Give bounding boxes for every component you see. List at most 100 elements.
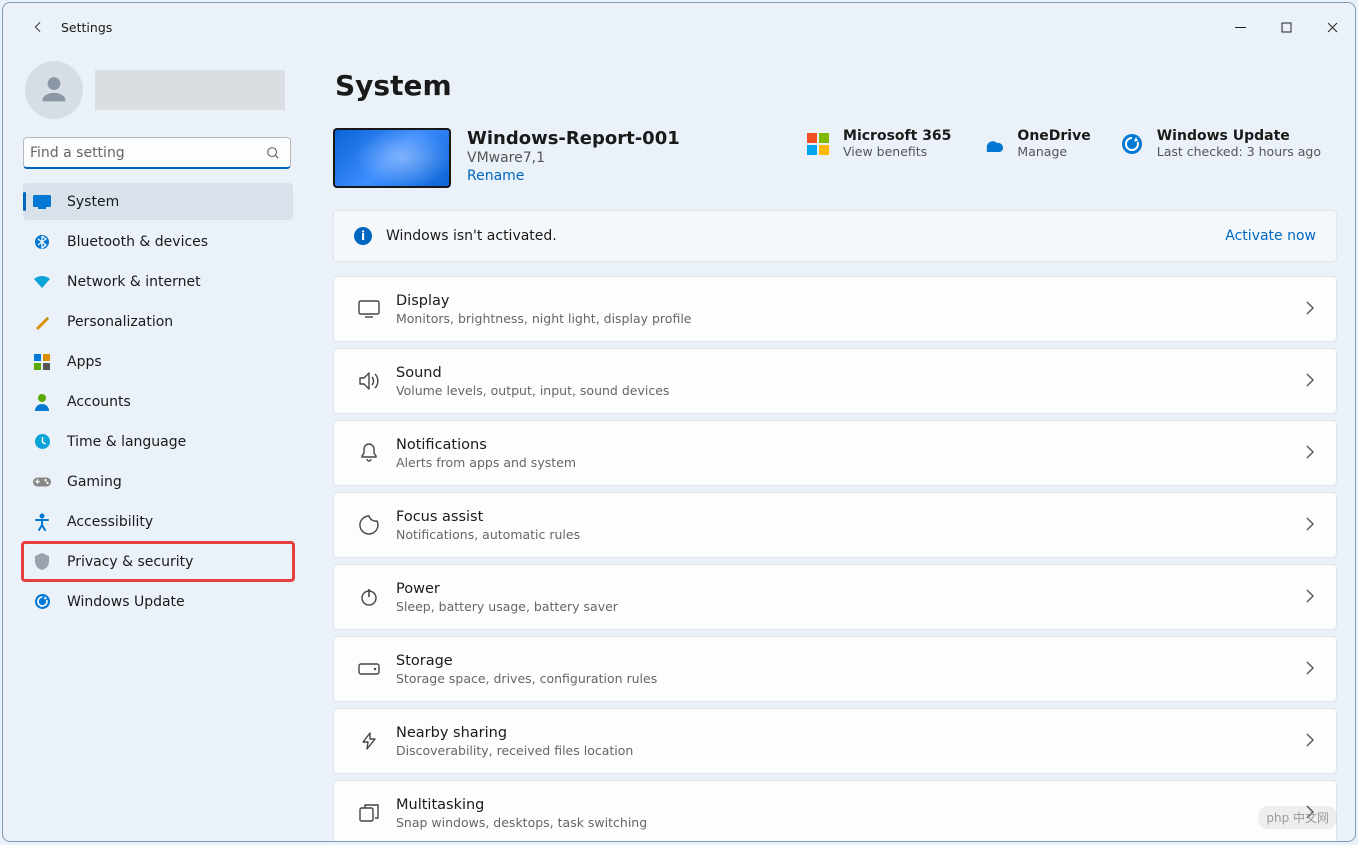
banner-text: Windows isn't activated. [386,228,1225,244]
card-title: Display [396,293,1306,309]
apps-icon [33,353,51,371]
notifications-icon [352,443,386,463]
nav-item-label: Accounts [67,394,131,410]
setting-card-sound[interactable]: Sound Volume levels, output, input, sound… [333,348,1337,414]
device-name: Windows-Report-001 [467,128,789,149]
nav-item-accessibility[interactable]: Accessibility [23,503,293,540]
chevron-right-icon [1306,732,1314,751]
card-subtitle: Snap windows, desktops, task switching [396,815,1306,830]
privacy-icon [33,553,51,571]
hero-link-microsoft365[interactable]: Microsoft 365 View benefits [805,128,951,159]
chevron-right-icon [1306,444,1314,463]
hero-link-title: Windows Update [1157,128,1321,144]
update-icon [1119,131,1145,157]
search-box[interactable] [23,137,291,169]
device-hero: Windows-Report-001 VMware7,1 Rename Micr… [333,128,1337,188]
personalize-icon [33,313,51,331]
chevron-right-icon [1306,372,1314,391]
activation-banner: i Windows isn't activated. Activate now [333,210,1337,262]
nav-item-label: Gaming [67,474,122,490]
accessibility-icon [33,513,51,531]
hero-link-windows-update[interactable]: Windows Update Last checked: 3 hours ago [1119,128,1321,159]
nav-item-system[interactable]: System [23,183,293,220]
nav-item-label: Privacy & security [67,554,193,570]
card-subtitle: Notifications, automatic rules [396,527,1306,542]
close-button[interactable] [1309,12,1355,42]
nav-item-gaming[interactable]: Gaming [23,463,293,500]
nav-item-accounts[interactable]: Accounts [23,383,293,420]
titlebar: Settings [3,3,1355,51]
gaming-icon [33,473,51,491]
nav-item-label: System [67,194,119,210]
search-icon [264,144,282,162]
setting-card-storage[interactable]: StorageStorage space, drives, configurat… [333,636,1337,702]
nav-item-personalize[interactable]: Personalization [23,303,293,340]
nav-item-apps[interactable]: Apps [23,343,293,380]
display-icon [352,300,386,318]
update-icon [33,593,51,611]
user-profile[interactable] [9,51,301,137]
device-wallpaper-thumb [333,128,451,188]
card-subtitle: Volume levels, output, input, sound devi… [396,383,1306,398]
card-title: Sound [396,365,1306,381]
watermark: php 中文网 [1258,806,1337,829]
card-title: Power [396,581,1306,597]
sidebar: System Bluetooth & devices Network & inter… [3,51,315,841]
user-name-redacted [95,70,285,110]
nav-item-label: Apps [67,354,102,370]
focus-icon [352,515,386,535]
hero-link-sub: View benefits [843,144,951,159]
setting-card-display[interactable]: Display Monitors, brightness, night light… [333,276,1337,342]
setting-card-focus[interactable]: Focus assistNotifications, automatic rul… [333,492,1337,558]
nav-item-privacy[interactable]: Privacy & security [23,543,293,580]
info-icon: i [354,227,372,245]
hero-link-sub: Last checked: 3 hours ago [1157,144,1321,159]
card-subtitle: Sleep, battery usage, battery saver [396,599,1306,614]
hero-link-title: OneDrive [1017,128,1090,144]
card-title: Multitasking [396,797,1306,813]
device-model: VMware7,1 [467,150,789,166]
multitask-icon [352,804,386,822]
rename-link[interactable]: Rename [467,168,789,184]
nav-item-network[interactable]: Network & internet [23,263,293,300]
nav-item-label: Personalization [67,314,173,330]
card-title: Nearby sharing [396,725,1306,741]
nav-item-label: Time & language [67,434,186,450]
nav-item-label: Bluetooth & devices [67,234,208,250]
network-icon [33,273,51,291]
avatar [25,61,83,119]
time-icon [33,433,51,451]
maximize-button[interactable] [1263,12,1309,42]
back-button[interactable] [23,12,53,42]
setting-card-power[interactable]: Power Sleep, battery usage, battery saver [333,564,1337,630]
search-input[interactable] [26,145,264,161]
nav-item-label: Network & internet [67,274,201,290]
setting-card-nearby[interactable]: Nearby sharing Discoverability, received … [333,708,1337,774]
nav-item-label: Windows Update [67,594,185,610]
nav-item-label: Accessibility [67,514,153,530]
window-title: Settings [61,20,112,35]
activate-now-link[interactable]: Activate now [1225,228,1316,244]
system-icon [33,193,51,211]
card-title: Storage [396,653,1306,669]
card-subtitle: Discoverability, received files location [396,743,1306,758]
hero-link-title: Microsoft 365 [843,128,951,144]
chevron-right-icon [1306,300,1314,319]
sound-icon [352,371,386,391]
hero-link-onedrive[interactable]: OneDrive Manage [979,128,1090,159]
setting-card-multitask[interactable]: Multitasking Snap windows, desktops, task… [333,780,1337,841]
nav-item-update[interactable]: Windows Update [23,583,293,620]
setting-card-notifications[interactable]: NotificationsAlerts from apps and system [333,420,1337,486]
card-title: Notifications [396,437,1306,453]
onedrive-icon [979,131,1005,157]
main-content: System Windows-Report-001 VMware7,1 Rena… [315,51,1355,841]
nav-item-time[interactable]: Time & language [23,423,293,460]
page-title: System [333,51,1337,128]
bluetooth-icon [33,233,51,251]
nav-item-bluetooth[interactable]: Bluetooth & devices [23,223,293,260]
minimize-button[interactable] [1217,12,1263,42]
microsoft-logo-icon [805,131,831,157]
nearby-icon [352,731,386,751]
card-subtitle: Monitors, brightness, night light, displ… [396,311,1306,326]
chevron-right-icon [1306,660,1314,679]
